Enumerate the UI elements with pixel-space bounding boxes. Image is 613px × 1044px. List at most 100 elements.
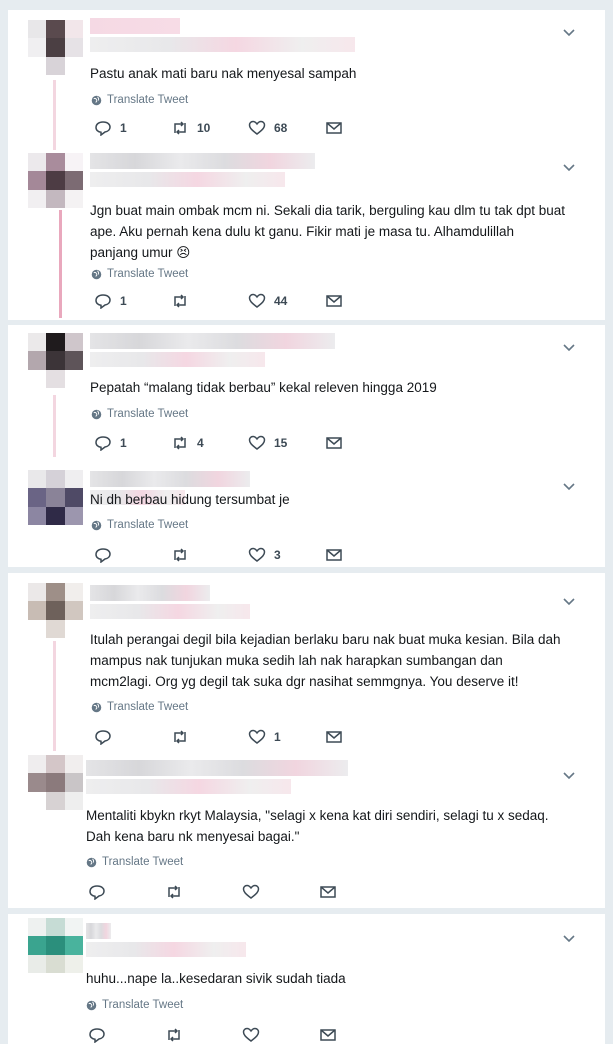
avatar[interactable]	[28, 333, 83, 388]
heart-icon	[248, 547, 266, 562]
heart-icon	[248, 729, 266, 744]
direct-message-button[interactable]	[325, 120, 345, 136]
like-button[interactable]: 1	[248, 729, 325, 745]
username-redacted[interactable]	[86, 923, 246, 960]
avatar[interactable]	[28, 20, 83, 75]
reply-button[interactable]	[88, 1027, 165, 1043]
reply-button[interactable]	[88, 884, 165, 900]
like-count: 44	[274, 294, 288, 308]
tweet-actions	[88, 1027, 339, 1043]
reply-button[interactable]: 1	[94, 435, 171, 451]
translate-tweet-link[interactable]: Translate Tweet	[91, 519, 188, 531]
tweet-text: Pastu anak mati baru nak menyesal sampah	[90, 66, 357, 81]
heart-icon	[242, 884, 260, 899]
tweet-actions: 1	[94, 729, 345, 745]
translate-tweet-link[interactable]: Translate Tweet	[86, 856, 183, 868]
globe-icon	[86, 1000, 97, 1010]
direct-message-button[interactable]	[325, 293, 345, 309]
translate-label: Translate Tweet	[107, 268, 189, 280]
reply-button[interactable]	[94, 547, 171, 563]
chevron-down-icon[interactable]	[563, 339, 575, 352]
mail-icon	[326, 295, 342, 307]
avatar[interactable]	[28, 583, 83, 638]
mail-icon	[326, 549, 342, 561]
translate-label: Translate Tweet	[107, 408, 189, 420]
chevron-down-icon[interactable]	[563, 24, 575, 37]
translate-tweet-link[interactable]: Translate Tweet	[91, 701, 188, 713]
translate-tweet-link[interactable]: Translate Tweet	[91, 94, 188, 106]
reply-button[interactable]	[94, 729, 171, 745]
username-redacted[interactable]	[86, 760, 348, 797]
tweet-text: Pepatah “malang tidak berbau” kekal rele…	[90, 380, 437, 395]
avatar[interactable]	[28, 918, 83, 973]
retweet-button[interactable]: 10	[171, 120, 248, 136]
avatar[interactable]	[28, 755, 83, 810]
like-button[interactable]: 15	[248, 435, 325, 451]
retweet-button[interactable]: 4	[171, 435, 248, 451]
chevron-down-icon[interactable]	[563, 159, 575, 172]
reply-icon	[95, 548, 111, 563]
retweet-icon	[174, 548, 186, 562]
reply-icon	[95, 730, 111, 745]
tweet-actions: 1 10 68	[94, 120, 345, 136]
reply-icon	[89, 885, 105, 900]
like-button[interactable]: 44	[248, 293, 325, 309]
heart-icon	[242, 1027, 260, 1042]
chevron-down-icon[interactable]	[563, 593, 575, 606]
translate-label: Translate Tweet	[107, 701, 189, 713]
thread-line	[59, 210, 62, 318]
globe-icon	[91, 409, 102, 419]
direct-message-button[interactable]	[325, 729, 345, 745]
username-redacted[interactable]	[90, 153, 315, 190]
retweet-button[interactable]	[165, 1027, 242, 1043]
heart-icon	[248, 293, 266, 308]
reply-button[interactable]: 1	[94, 120, 171, 136]
reply-count: 1	[120, 294, 127, 308]
translate-tweet-link[interactable]: Translate Tweet	[91, 268, 188, 280]
mail-icon	[320, 1029, 336, 1041]
reply-count: 1	[120, 436, 127, 450]
username-redacted[interactable]	[90, 333, 335, 370]
like-button[interactable]: 3	[248, 547, 325, 563]
mail-icon	[320, 886, 336, 898]
direct-message-button[interactable]	[319, 1027, 339, 1043]
translate-label: Translate Tweet	[107, 94, 189, 106]
retweet-button[interactable]	[171, 729, 248, 745]
chevron-down-icon[interactable]	[563, 930, 575, 943]
reply-button[interactable]: 1	[94, 293, 171, 309]
retweet-count: 4	[197, 436, 204, 450]
like-button[interactable]	[242, 884, 319, 900]
retweet-button[interactable]	[165, 884, 242, 900]
tweet-actions: 3	[94, 547, 345, 563]
retweet-icon	[174, 121, 186, 135]
tweet-text: Itulah perangai degil bila kejadian berl…	[90, 632, 561, 689]
reply-icon	[89, 1028, 105, 1043]
translate-tweet-link[interactable]: Translate Tweet	[91, 408, 188, 420]
globe-icon	[91, 520, 102, 530]
mail-icon	[326, 731, 342, 743]
retweet-button[interactable]	[171, 293, 248, 309]
username-redacted[interactable]	[90, 18, 355, 55]
username-redacted[interactable]	[90, 585, 250, 622]
retweet-icon	[174, 730, 186, 744]
retweet-icon	[174, 294, 186, 308]
like-button[interactable]: 68	[248, 120, 325, 136]
retweet-button[interactable]	[171, 547, 248, 563]
direct-message-button[interactable]	[325, 547, 345, 563]
avatar[interactable]	[28, 153, 83, 208]
like-count: 68	[274, 121, 288, 135]
tweet-actions: 1 44	[94, 293, 345, 309]
globe-icon	[91, 95, 102, 105]
direct-message-button[interactable]	[319, 884, 339, 900]
thread-card-1: Pastu anak mati baru nak menyesal sampah…	[8, 10, 605, 320]
direct-message-button[interactable]	[325, 435, 345, 451]
like-count: 3	[274, 548, 281, 562]
mail-icon	[326, 437, 342, 449]
globe-icon	[86, 857, 97, 867]
avatar[interactable]	[28, 470, 83, 525]
chevron-down-icon[interactable]	[563, 767, 575, 780]
translate-tweet-link[interactable]: Translate Tweet	[86, 999, 183, 1011]
like-button[interactable]	[242, 1027, 319, 1043]
heart-icon	[248, 120, 266, 135]
tweet-text: Jgn buat main ombak mcm ni. Sekali dia t…	[90, 203, 565, 260]
